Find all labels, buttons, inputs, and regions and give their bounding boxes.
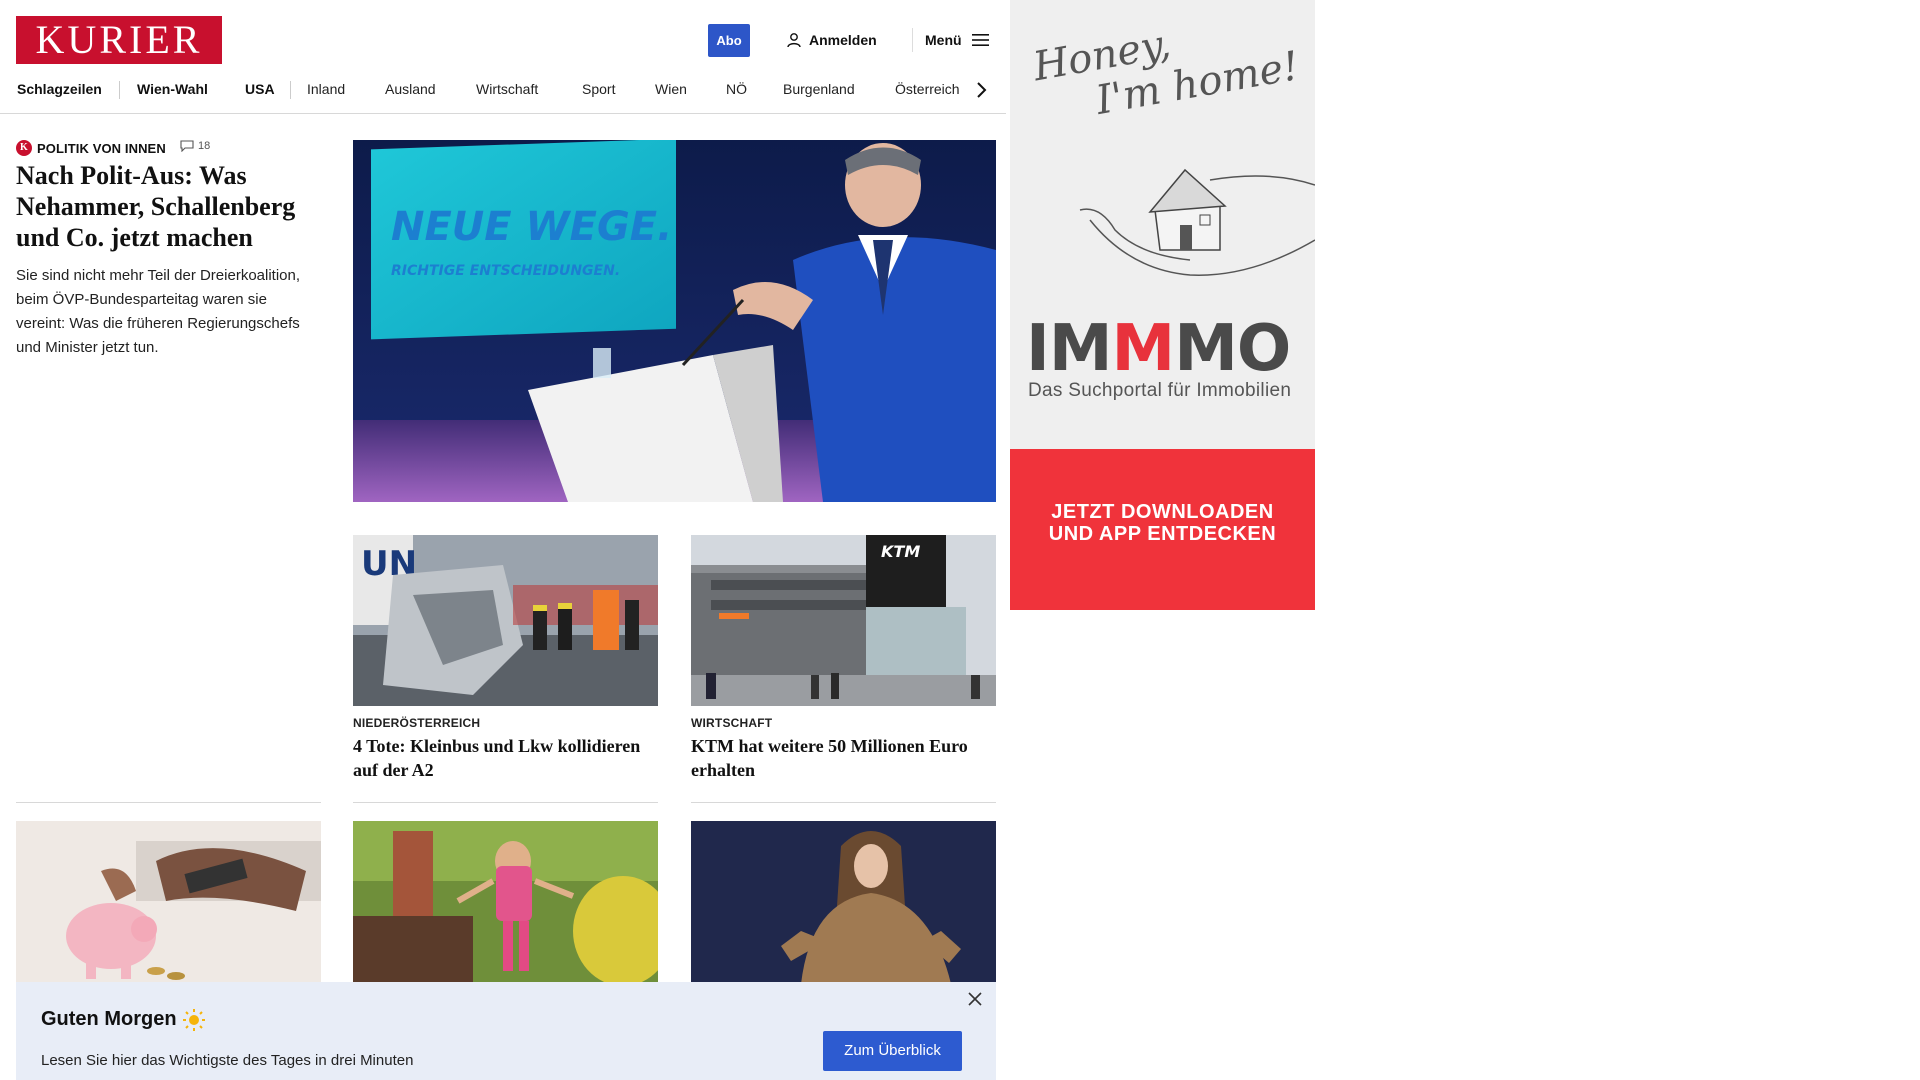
login-label: Anmelden [809,32,877,48]
user-icon [787,33,801,48]
card-kicker-wirtschaft[interactable]: WIRTSCHAFT [691,716,772,730]
nav-divider [290,81,291,99]
close-icon[interactable] [968,992,982,1006]
card-image-child[interactable] [353,821,658,984]
nav-item-burgenland[interactable]: Burgenland [783,81,855,97]
nav-item-sport[interactable]: Sport [582,81,615,97]
card-headline-ktm[interactable]: KTM hat weitere 50 Millionen Euro erhalt… [691,734,995,782]
abo-button[interactable]: Abo [708,24,750,57]
kurier-plus-badge: K [16,140,32,156]
menu-button[interactable]: Menü [925,30,989,50]
ad-banner-immmo[interactable]: Honey, I'm home! IMMMO Das Suchportal fü… [1010,0,1315,610]
ad-brand-part1: IM [1026,312,1112,386]
card-image-brand-label: KTM [881,542,920,561]
sun-icon [183,1009,205,1031]
ad-cta-line2: UND APP ENTDECKEN [1048,523,1277,545]
lead-kicker-label: POLITIK VON INNEN [37,140,166,156]
main-column: KURIER Abo Anmelden Menü Schlagzeilen Wi… [0,0,1006,1080]
card-divider [691,802,996,803]
nav-item-inland[interactable]: Inland [307,81,345,97]
nav-divider [119,81,120,99]
card-image-crash[interactable]: UN [353,535,658,706]
site-header: KURIER Abo Anmelden Menü Schlagzeilen Wi… [0,0,1006,114]
briefing-text: Lesen Sie hier das Wichtigste des Tages … [41,1052,414,1069]
card-divider [353,802,658,803]
lead-headline[interactable]: Nach Polit-Aus: Was Nehammer, Schallenbe… [16,160,316,253]
card-divider [16,802,321,803]
chevron-right-icon[interactable] [974,80,990,100]
ad-cta-line1: JETZT DOWNLOADEN [1051,501,1274,523]
comment-count-value: 18 [198,140,211,152]
lead-image-slogan: NEUE WEGE. [391,204,672,250]
ad-brand-logo: IMMMO [1026,312,1291,386]
card-image-woman[interactable] [691,821,996,984]
nav-item-ausland[interactable]: Ausland [385,81,436,97]
ad-brand-part3: MO [1174,312,1291,386]
nav-item-wien-wahl[interactable]: Wien-Wahl [137,81,208,97]
lead-image[interactable]: NEUE WEGE. RICHTIGE ENTSCHEIDUNGEN. [353,140,996,502]
nav-item-schlagzeilen[interactable]: Schlagzeilen [17,81,102,97]
ad-brand-part2: M [1111,312,1176,386]
nav-item-usa[interactable]: USA [245,81,275,97]
morning-briefing-banner: Guten Morgen Lesen Sie hier das Wichtigs… [16,982,996,1080]
nav-item-oesterreich[interactable]: Österreich [895,81,960,97]
comment-icon [180,140,194,152]
nav-item-wirtschaft[interactable]: Wirtschaft [476,81,538,97]
card-image-ktm[interactable]: KTM [691,535,996,706]
nav-item-noe[interactable]: NÖ [726,81,747,97]
ad-subline: Das Suchportal für Immobilien [1028,380,1292,401]
card-headline-crash[interactable]: 4 Tote: Kleinbus und Lkw kollidieren auf… [353,734,657,782]
lead-image-subslogan: RICHTIGE ENTSCHEIDUNGEN. [391,263,620,279]
lead-teaser: Sie sind nicht mehr Teil der Dreierkoali… [16,267,301,356]
section-nav: Schlagzeilen Wien-Wahl USA Inland Auslan… [0,72,1006,106]
menu-label: Menü [925,32,962,48]
nav-item-wien[interactable]: Wien [655,81,687,97]
card-kicker-niederoesterreich[interactable]: NIEDERÖSTERREICH [353,716,480,730]
kurier-logo[interactable]: KURIER [16,16,222,64]
lead-kicker[interactable]: K POLITIK VON INNEN [16,140,166,156]
ad-script-headline: Honey, I'm home! [1030,1,1303,133]
login-button[interactable]: Anmelden [786,30,877,50]
header-divider [912,28,913,52]
comment-count[interactable]: 18 [180,140,210,152]
briefing-title: Guten Morgen [41,1008,177,1030]
ad-download-cta[interactable]: JETZT DOWNLOADEN UND APP ENTDECKEN [1010,449,1315,610]
overview-button[interactable]: Zum Überblick [823,1031,962,1071]
house-in-hand-illustration [1079,168,1315,276]
card-image-piggy-bank[interactable] [16,821,321,984]
hamburger-icon [971,34,989,46]
